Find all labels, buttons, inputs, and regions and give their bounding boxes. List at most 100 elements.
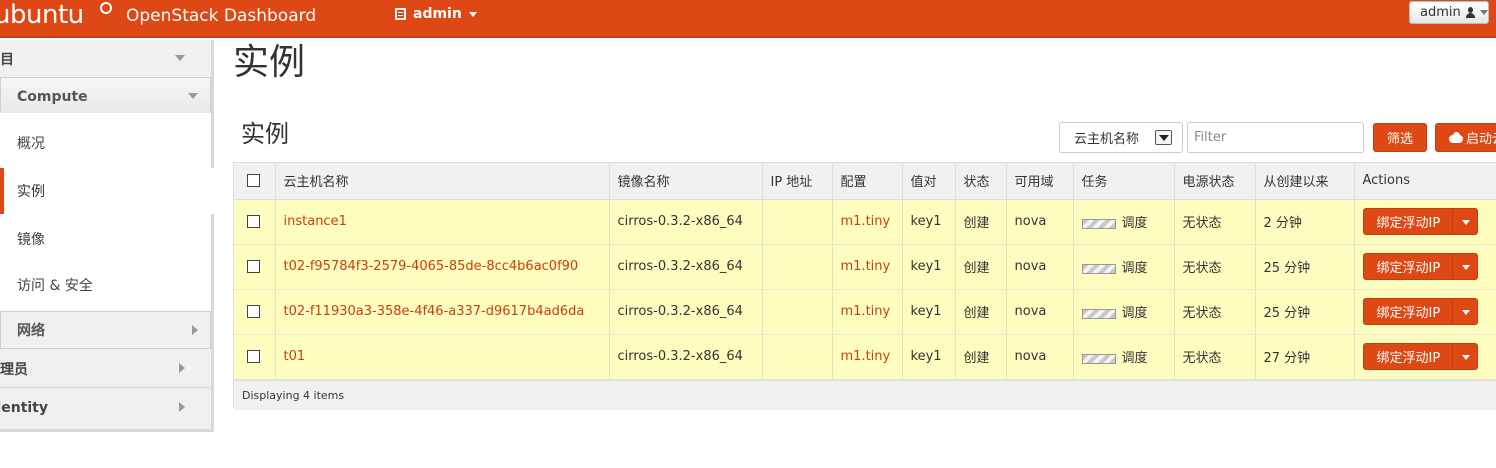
table-header-row: 云主机名称 镜像名称 IP 地址 配置 值对 状态 可用域 任务 电源状态 从创… bbox=[234, 163, 1496, 200]
sidebar-group-network[interactable]: 网络 bbox=[0, 311, 211, 349]
associate-floating-ip-button[interactable]: 绑定浮动IP bbox=[1362, 208, 1478, 235]
task-cell: 调度 bbox=[1073, 244, 1175, 290]
flavor-link[interactable]: m1.tiny bbox=[841, 349, 891, 364]
row-select-cell bbox=[234, 244, 276, 290]
sidebar-item-instances[interactable]: 实例 bbox=[0, 168, 214, 214]
task-cell: 调度 bbox=[1073, 289, 1175, 335]
task-label: 调度 bbox=[1121, 261, 1148, 276]
launch-instance-button[interactable]: 启动云主机 bbox=[1435, 123, 1496, 152]
project-switcher[interactable]: admin bbox=[395, 5, 477, 23]
row-checkbox[interactable] bbox=[247, 305, 260, 318]
user-menu-button[interactable]: admin bbox=[1409, 1, 1489, 24]
action-label: 绑定浮动IP bbox=[1376, 261, 1441, 276]
status-cell: 创建 bbox=[955, 289, 1007, 335]
sidebar-section-project[interactable]: 项目 bbox=[0, 40, 211, 78]
instance-name-cell: instance1 bbox=[275, 199, 610, 245]
actions-cell: 绑定浮动IP bbox=[1354, 199, 1496, 245]
associate-floating-ip-button[interactable]: 绑定浮动IP bbox=[1362, 298, 1478, 325]
column-header[interactable]: 电源状态 bbox=[1174, 163, 1256, 200]
task-label: 调度 bbox=[1121, 306, 1148, 321]
column-header[interactable]: 镜像名称 bbox=[609, 163, 763, 200]
task-cell: 调度 bbox=[1073, 199, 1175, 245]
column-header[interactable]: 状态 bbox=[955, 163, 1007, 200]
column-header[interactable]: 任务 bbox=[1073, 163, 1175, 200]
cloud-upload-icon bbox=[1449, 131, 1463, 144]
chevron-down-icon[interactable] bbox=[1451, 254, 1478, 279]
keypair-cell: key1 bbox=[902, 199, 956, 245]
chevron-right-icon bbox=[179, 363, 185, 373]
instance-name-link[interactable]: t01 bbox=[284, 349, 306, 364]
user-icon bbox=[1465, 6, 1476, 19]
flavor-link[interactable]: m1.tiny bbox=[841, 214, 891, 229]
user-name: admin bbox=[1420, 5, 1461, 20]
actions-cell: 绑定浮动IP bbox=[1354, 244, 1496, 290]
sidebar-section-label: 项目 bbox=[0, 51, 14, 68]
instances-table: 云主机名称 镜像名称 IP 地址 配置 值对 状态 可用域 任务 电源状态 从创… bbox=[233, 162, 1496, 410]
instance-name-link[interactable]: instance1 bbox=[284, 214, 347, 229]
filter-button[interactable]: 筛选 bbox=[1373, 123, 1427, 152]
status-cell: 创建 bbox=[955, 244, 1007, 290]
sidebar-item-access-security[interactable]: 访问 & 安全 bbox=[0, 262, 211, 308]
column-header[interactable]: 配置 bbox=[832, 163, 903, 200]
column-header[interactable]: 可用域 bbox=[1006, 163, 1074, 200]
flavor-cell: m1.tiny bbox=[832, 244, 903, 290]
dashboard-title[interactable]: OpenStack Dashboard bbox=[126, 6, 316, 26]
row-checkbox[interactable] bbox=[247, 260, 260, 273]
task-label: 调度 bbox=[1121, 216, 1148, 231]
task-label: 调度 bbox=[1121, 351, 1148, 366]
table-row: t02-f95784f3-2579-4065-85de-8cc4b6ac0f90… bbox=[234, 244, 1496, 290]
task-cell: 调度 bbox=[1073, 334, 1175, 380]
column-header[interactable]: 从创建以来 bbox=[1255, 163, 1355, 200]
age-cell: 25 分钟 bbox=[1255, 244, 1355, 290]
column-header[interactable]: 值对 bbox=[902, 163, 956, 200]
chevron-down-icon bbox=[1155, 130, 1172, 145]
chevron-down-icon[interactable] bbox=[1451, 299, 1478, 324]
sidebar-item-images[interactable]: 镜像 bbox=[0, 216, 211, 262]
top-navbar: ubuntu OpenStack Dashboard admin admin bbox=[0, 0, 1496, 38]
progress-bar-icon bbox=[1081, 218, 1116, 229]
progress-bar-icon bbox=[1081, 308, 1116, 319]
flavor-link[interactable]: m1.tiny bbox=[841, 259, 891, 274]
flavor-cell: m1.tiny bbox=[832, 334, 903, 380]
status-cell: 创建 bbox=[955, 199, 1007, 245]
sidebar-section-label: 管理员 bbox=[0, 361, 28, 378]
instance-name-link[interactable]: t02-f11930a3-358e-4f46-a337-d9617b4ad6da bbox=[284, 304, 585, 319]
image-name-cell: cirros-0.3.2-x86_64 bbox=[609, 244, 763, 290]
action-label: 绑定浮动IP bbox=[1376, 306, 1441, 321]
sidebar-item-overview[interactable]: 概况 bbox=[0, 120, 211, 166]
flavor-cell: m1.tiny bbox=[832, 199, 903, 245]
ip-address-cell bbox=[762, 334, 833, 380]
sidebar-group-compute[interactable]: Compute bbox=[0, 77, 211, 117]
zone-cell: nova bbox=[1006, 289, 1074, 335]
sidebar-section-identity[interactable]: Identity bbox=[0, 389, 211, 427]
instance-name-cell: t02-f11930a3-358e-4f46-a337-d9617b4ad6da bbox=[275, 289, 610, 335]
progress-bar-icon bbox=[1081, 263, 1116, 274]
flavor-link[interactable]: m1.tiny bbox=[841, 304, 891, 319]
select-all-checkbox[interactable] bbox=[247, 174, 260, 188]
row-checkbox[interactable] bbox=[247, 215, 260, 228]
sidebar-item-label: 实例 bbox=[17, 184, 45, 200]
associate-floating-ip-button[interactable]: 绑定浮动IP bbox=[1362, 343, 1478, 370]
table-row: instance1 cirros-0.3.2-x86_64 m1.tiny ke… bbox=[234, 199, 1496, 245]
chevron-down-icon[interactable] bbox=[1451, 209, 1478, 234]
column-header[interactable]: IP 地址 bbox=[762, 163, 833, 200]
associate-floating-ip-button[interactable]: 绑定浮动IP bbox=[1362, 253, 1478, 280]
filter-field-select[interactable]: 云主机名称 bbox=[1059, 122, 1183, 153]
power-state-cell: 无状态 bbox=[1174, 199, 1256, 245]
column-header[interactable]: 云主机名称 bbox=[275, 163, 610, 200]
zone-cell: nova bbox=[1006, 334, 1074, 380]
item-count: Displaying 4 items bbox=[242, 388, 345, 402]
row-checkbox[interactable] bbox=[247, 350, 260, 363]
ip-address-cell bbox=[762, 199, 833, 245]
sidebar-section-admin[interactable]: 管理员 bbox=[0, 350, 211, 388]
power-state-cell: 无状态 bbox=[1174, 289, 1256, 335]
chevron-down-icon[interactable] bbox=[1451, 344, 1478, 369]
ip-address-cell bbox=[762, 244, 833, 290]
chevron-right-icon bbox=[179, 402, 185, 412]
instance-name-link[interactable]: t02-f95784f3-2579-4065-85de-8cc4b6ac0f90 bbox=[284, 259, 579, 274]
progress-bar-icon bbox=[1081, 353, 1116, 364]
zone-cell: nova bbox=[1006, 244, 1074, 290]
ubuntu-logo[interactable]: ubuntu bbox=[0, 0, 84, 30]
zone-cell: nova bbox=[1006, 199, 1074, 245]
filter-input[interactable] bbox=[1187, 122, 1364, 153]
